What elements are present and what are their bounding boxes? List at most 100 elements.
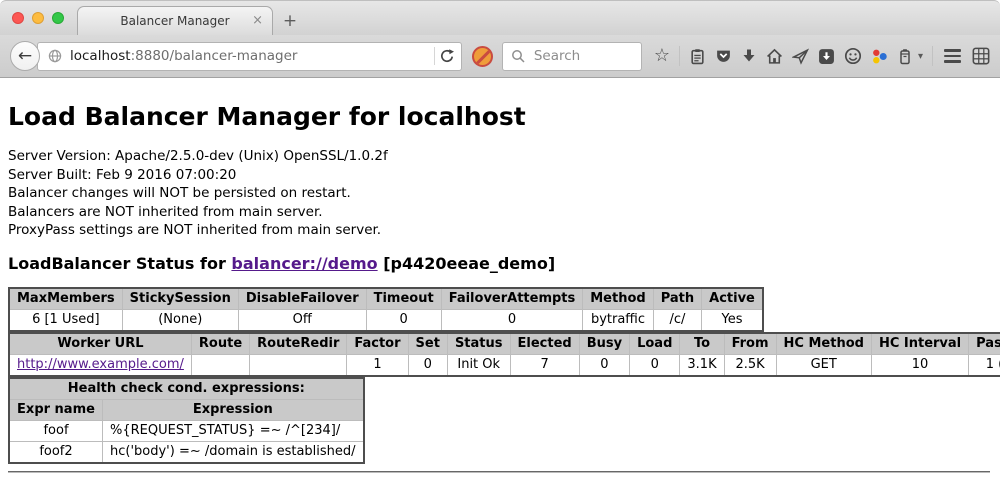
window-minimize-button[interactable]	[32, 12, 44, 24]
cell-timeout: 0	[366, 309, 441, 331]
col-expression: Expression	[103, 399, 364, 420]
health-check-title: Health check cond. expressions:	[9, 378, 364, 400]
col-stickysession: StickySession	[122, 288, 238, 310]
window-controls	[12, 12, 64, 24]
table-row: foof2 hc('body') =~ /domain is establish…	[9, 441, 364, 463]
col-passes: Passes	[969, 333, 1000, 355]
col-factor: Factor	[347, 333, 408, 355]
url-path: :8880/balancer-manager	[131, 48, 298, 64]
persist-warning-line: Balancer changes will NOT be persisted o…	[8, 184, 992, 203]
cell-routeredir	[250, 354, 347, 376]
col-from: From	[724, 333, 776, 355]
cell-status: Init Ok	[447, 354, 510, 376]
home-icon[interactable]	[766, 48, 783, 65]
globe-icon	[48, 49, 62, 63]
col-worker-url: Worker URL	[9, 333, 191, 355]
back-button[interactable]: ←	[10, 41, 40, 71]
window-close-button[interactable]	[12, 12, 24, 24]
cell-busy: 0	[579, 354, 629, 376]
health-check-table: Health check cond. expressions: Expr nam…	[8, 377, 365, 464]
chat-smiley-icon[interactable]	[844, 47, 862, 65]
bookmark-star-icon[interactable]: ☆	[654, 47, 670, 65]
col-routeredir: RouteRedir	[250, 333, 347, 355]
col-status: Status	[447, 333, 510, 355]
inherit-warning-line: Balancers are NOT inherited from main se…	[8, 203, 992, 222]
container-icon[interactable]	[897, 48, 913, 65]
loadbalancer-status-heading: LoadBalancer Status for balancer://demo …	[8, 254, 992, 273]
col-expr-name: Expr name	[9, 399, 103, 420]
new-tab-button[interactable]: +	[273, 6, 307, 35]
col-hc-interval: HC Interval	[871, 333, 968, 355]
table-row: http://www.example.com/ 1 0 Init Ok 7 0 …	[9, 354, 1000, 376]
table-header-row: MaxMembers StickySession DisableFailover…	[9, 288, 763, 310]
colored-dots-extension-icon[interactable]	[871, 48, 888, 65]
menu-hamburger-icon[interactable]	[944, 49, 961, 63]
table-row: 6 [1 Used] (None) Off 0 0 bytraffic /c/ …	[9, 309, 763, 331]
cell-active: Yes	[702, 309, 763, 331]
cell-set: 0	[408, 354, 447, 376]
search-bar[interactable]	[502, 42, 642, 71]
server-info: Server Version: Apache/2.5.0-dev (Unix) …	[8, 147, 992, 240]
worker-table: Worker URL Route RouteRedir Factor Set S…	[8, 332, 1000, 377]
save-to-device-icon[interactable]	[818, 48, 835, 65]
balancer-demo-link[interactable]: balancer://demo	[231, 254, 377, 273]
table-row: foof %{REQUEST_STATUS} =~ /^[234]/	[9, 420, 364, 441]
server-version-line: Server Version: Apache/2.5.0-dev (Unix) …	[8, 147, 992, 166]
cell-to: 3.1K	[680, 354, 724, 376]
toolbar-icons: ☆	[654, 46, 990, 66]
cell-factor: 1	[347, 354, 408, 376]
url-text[interactable]: localhost:8880/balancer-manager	[70, 48, 430, 64]
tab-strip: Balancer Manager × +	[0, 0, 1000, 35]
cell-disablefailover: Off	[238, 309, 366, 331]
status-suffix: [p4420eeae_demo]	[378, 254, 556, 273]
page-content: Load Balancer Manager for localhost Serv…	[0, 78, 1000, 483]
col-failoverattempts: FailoverAttempts	[441, 288, 583, 310]
search-input[interactable]	[532, 47, 633, 65]
col-disablefailover: DisableFailover	[238, 288, 366, 310]
cell-route	[191, 354, 249, 376]
cell-from: 2.5K	[724, 354, 776, 376]
tab-groups-icon[interactable]	[972, 47, 990, 65]
window-zoom-button[interactable]	[52, 12, 64, 24]
tab-balancer-manager[interactable]: Balancer Manager ×	[77, 6, 273, 35]
pocket-icon[interactable]	[715, 48, 732, 65]
cell-elected: 7	[510, 354, 579, 376]
search-icon	[511, 49, 525, 63]
col-timeout: Timeout	[366, 288, 441, 310]
cell-expression: hc('body') =~ /domain is established/	[103, 441, 364, 463]
cell-worker-url: http://www.example.com/	[9, 354, 191, 376]
cell-passes: 1 (0)	[969, 354, 1000, 376]
cell-load: 0	[630, 354, 680, 376]
clipboard-icon[interactable]	[689, 48, 706, 65]
footer-divider	[8, 471, 990, 473]
urlbar-divider	[434, 47, 435, 65]
col-load: Load	[630, 333, 680, 355]
table-header-row: Expr name Expression	[9, 399, 364, 420]
reload-icon[interactable]	[439, 48, 455, 64]
content-blocked-icon[interactable]	[472, 46, 493, 67]
cell-expr-name: foof2	[9, 441, 103, 463]
toolbar-divider	[679, 46, 680, 66]
url-bar[interactable]: localhost:8880/balancer-manager	[37, 42, 462, 71]
downloads-icon[interactable]	[741, 48, 757, 64]
cell-maxmembers: 6 [1 Used]	[9, 309, 122, 331]
cell-stickysession: (None)	[122, 309, 238, 331]
cell-hc-interval: 10	[871, 354, 968, 376]
tab-close-icon[interactable]: ×	[252, 14, 263, 27]
cell-method: bytraffic	[583, 309, 653, 331]
status-prefix: LoadBalancer Status for	[8, 254, 231, 273]
table-title-row: Health check cond. expressions:	[9, 378, 364, 400]
chevron-down-icon[interactable]: ▾	[918, 51, 923, 62]
table-header-row: Worker URL Route RouteRedir Factor Set S…	[9, 333, 1000, 355]
balancer-settings-table: MaxMembers StickySession DisableFailover…	[8, 287, 764, 332]
col-route: Route	[191, 333, 249, 355]
worker-url-link[interactable]: http://www.example.com/	[17, 357, 184, 372]
cell-expression: %{REQUEST_STATUS} =~ /^[234]/	[103, 420, 364, 441]
col-elected: Elected	[510, 333, 579, 355]
col-maxmembers: MaxMembers	[9, 288, 122, 310]
server-built-line: Server Built: Feb 9 2016 07:00:20	[8, 166, 992, 185]
back-arrow-icon: ←	[18, 46, 32, 66]
send-plane-icon[interactable]	[792, 48, 809, 65]
navigation-toolbar: ← localhost:8880/balancer-manager ☆	[0, 35, 1000, 78]
browser-chrome: Balancer Manager × + ← localhost:8880/ba…	[0, 0, 1000, 78]
